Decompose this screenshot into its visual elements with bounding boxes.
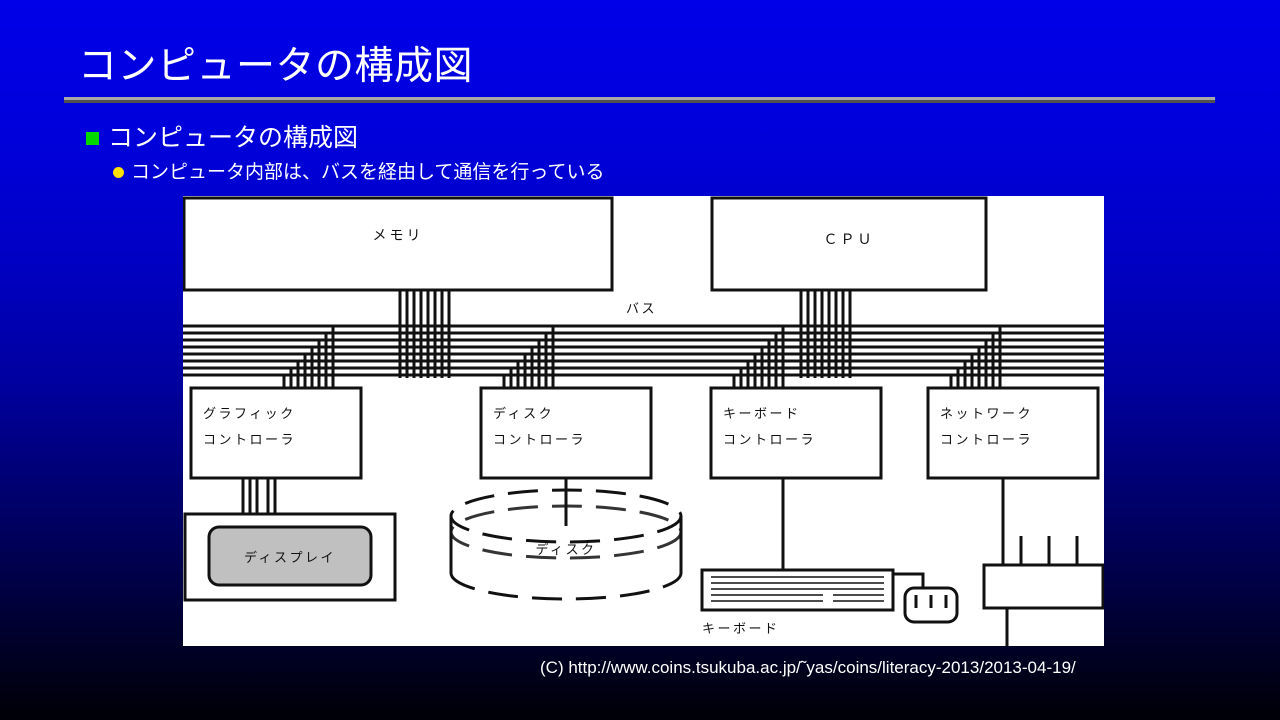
disk-label: ディスク xyxy=(535,542,596,558)
display-label: ディスプレイ xyxy=(244,550,336,566)
bullet-level1-label: コンピュータの構成図 xyxy=(108,124,359,152)
keyboard-controller-label-line1: キーボード xyxy=(723,407,801,422)
disk-device: ディスク xyxy=(449,488,683,601)
green-square-bullet-icon xyxy=(86,131,99,145)
cpu-box: ＣＰＵ xyxy=(710,196,988,292)
network-controller-label-line2: コントローラ xyxy=(940,433,1033,448)
graphics-controller-label-line2: コントローラ xyxy=(203,433,296,448)
network-hub-ports xyxy=(1001,529,1079,565)
bullet-level2: コンピュータ内部は、バスを経由して通信を行っている xyxy=(113,161,604,184)
bus-branch-network xyxy=(949,326,1002,388)
yellow-dot-bullet-icon xyxy=(113,167,124,178)
graphics-controller-label-line1: グラフィック xyxy=(203,407,296,422)
network-hub-device xyxy=(982,529,1104,646)
display-cable xyxy=(241,478,277,514)
bus-branch-disk xyxy=(502,326,555,388)
bullet-level1: コンピュータの構成図 xyxy=(86,123,358,153)
memory-box-label: メモリ xyxy=(373,228,424,244)
disk-controller-box: ディスク コントローラ xyxy=(479,386,653,480)
disk-controller-label-line2: コントローラ xyxy=(493,433,586,448)
keyboard-controller-label-line2: コントローラ xyxy=(723,433,816,448)
keyboard-label: キーボード xyxy=(702,622,780,637)
footer-credit: (C) http://www.coins.tsukuba.ac.jp/˜yas/… xyxy=(540,658,1076,677)
display-device: ディスプレイ xyxy=(183,512,397,602)
cpu-box-label: ＣＰＵ xyxy=(824,232,875,248)
network-controller-box: ネットワーク コントローラ xyxy=(926,386,1100,480)
title-divider xyxy=(64,97,1215,103)
graphics-controller-box: グラフィック コントローラ xyxy=(189,386,363,480)
keyboard-controller-box: キーボード コントローラ xyxy=(709,386,883,480)
page-title: コンピュータの構成図 xyxy=(78,45,474,88)
diagram-svg: メモリ ＣＰＵ バス グラフィック コントローラ ディスク コントローラ キーボ… xyxy=(183,196,1104,646)
bullet-level2-label: コンピュータ内部は、バスを経由して通信を行っている xyxy=(131,162,605,183)
mouse-device xyxy=(893,572,959,624)
bus-label: バス xyxy=(626,302,657,317)
bus-branch-keyboard xyxy=(732,326,785,388)
disk-controller-label-line1: ディスク xyxy=(493,406,554,422)
memory-box: メモリ xyxy=(183,196,614,292)
title-divider-dark xyxy=(64,100,1215,103)
slide: コンピュータの構成図 コンピュータの構成図 コンピュータ内部は、バスを経由して通… xyxy=(0,0,1280,720)
keyboard-device: キーボード xyxy=(700,568,895,637)
bus-branch-graphics xyxy=(183,324,335,388)
computer-architecture-diagram: メモリ ＣＰＵ バス グラフィック コントローラ ディスク コントローラ キーボ… xyxy=(183,196,1104,646)
mouse-cable xyxy=(893,572,925,588)
network-controller-label-line1: ネットワーク xyxy=(940,407,1033,422)
